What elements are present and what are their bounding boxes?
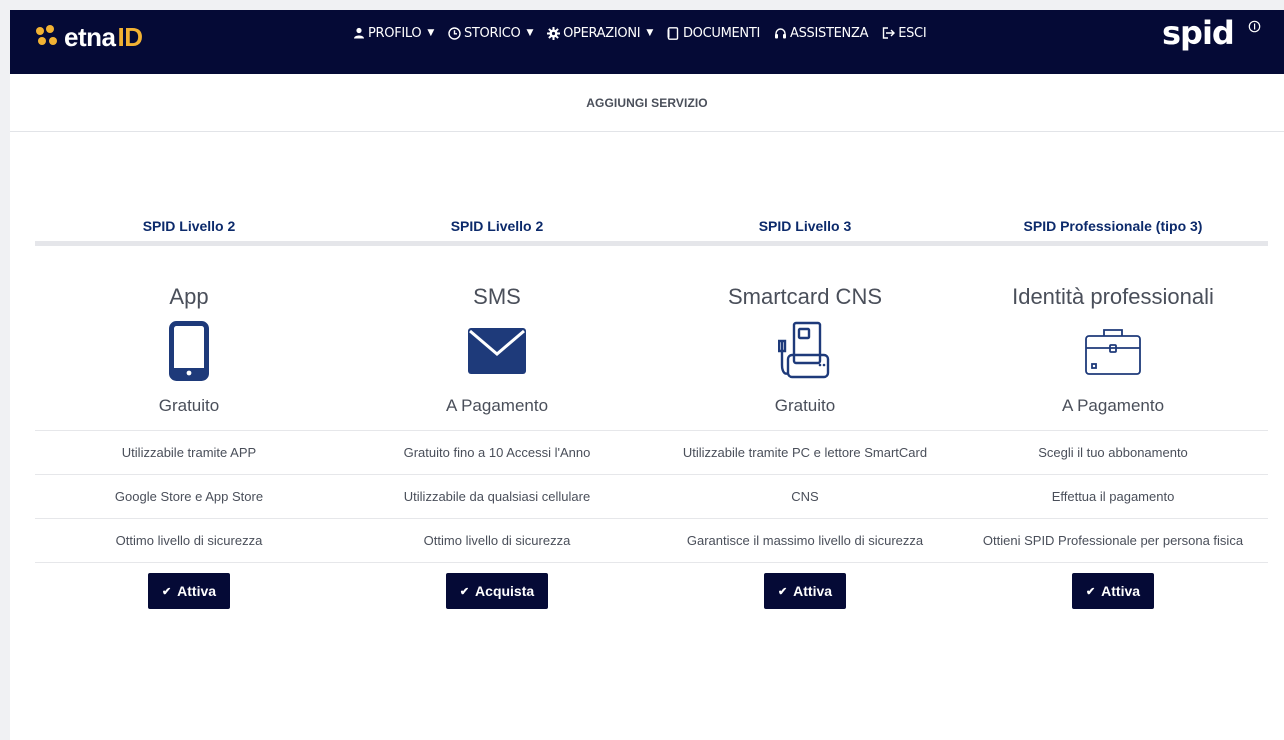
feature-cell: Utilizzabile tramite PC e lettore SmartC… [682,445,928,460]
plan-name: App [169,284,209,309]
clock-icon [448,26,461,40]
etnaid-logo[interactable]: etna ID [36,21,143,52]
feature-cell: Utilizzabile tramite APP [121,445,257,460]
plan-column-sms: SMS A Pagamento [343,246,651,430]
feature-row: Google Store e App Store Utilizzabile da… [35,474,1268,518]
check-icon: ✔ [1085,585,1096,598]
plan-name: Smartcard CNS [727,284,883,309]
button-label: Attiva [1101,583,1141,599]
attiva-app-button[interactable]: ✔ Attiva [147,573,231,609]
nav-esci-label: ESCI [898,25,927,41]
feature-cell: Garantisce il massimo livello di sicurez… [686,533,924,548]
nav-esci[interactable]: ESCI [882,25,927,41]
check-icon: ✔ [459,585,470,598]
caret-down-icon: ▼ [526,28,534,38]
spid-registered-icon [1248,20,1261,36]
feature-cell: Scegli il tuo abbonamento [1038,445,1188,460]
main-nav: PROFILO ▼ STORICO ▼ OPERAZIONI ▼ DOCUMEN… [352,24,927,42]
nav-operazioni-label: OPERAZIONI [563,25,641,41]
button-label: Acquista [475,583,535,599]
feature-row: Utilizzabile tramite APP Gratuito fino a… [35,430,1268,474]
feature-row: Ottimo livello di sicurezza Ottimo livel… [35,518,1268,562]
check-icon: ✔ [777,585,788,598]
logout-icon [882,27,896,40]
plan-name: SMS [473,284,521,309]
action-cell: ✔ Attiva [959,573,1267,609]
nav-assistenza-label: ASSISTENZA [790,25,869,41]
nav-assistenza[interactable]: ASSISTENZA [774,26,868,41]
plan-price: A Pagamento [1061,396,1165,415]
plan-level-header: SPID Livello 2 [450,218,544,234]
action-cell: ✔ Acquista [343,573,651,609]
attiva-professional-button[interactable]: ✔ Attiva [1071,573,1155,609]
feature-cell: Effettua il pagamento [1051,489,1175,504]
acquista-sms-button[interactable]: ✔ Acquista [445,573,549,609]
nav-storico[interactable]: STORICO ▼ [448,26,533,41]
gear-icon [547,26,561,40]
logo-text-etna: etna [64,21,116,52]
plan-column-app: App Gratuito [35,246,343,430]
page: etna ID PROFILO ▼ STORICO ▼ OPERAZIONI ▼… [10,10,1284,740]
nav-documenti-label: DOCUMENTI [682,25,761,41]
logo-text-id: ID [117,21,143,52]
plan-column-smartcard: Smartcard CNS Gratuito [651,246,959,430]
feature-cell: Ottimo livello di sicurezza [115,533,263,548]
plan-price: Gratuito [158,396,220,415]
document-icon [667,26,680,40]
feature-cell: Gratuito fino a 10 Accessi l'Anno [403,445,591,460]
top-navbar: etna ID PROFILO ▼ STORICO ▼ OPERAZIONI ▼… [10,10,1284,74]
page-title: AGGIUNGI SERVIZIO [586,95,708,110]
caret-down-icon: ▼ [427,28,434,38]
plan-price: Gratuito [774,396,836,415]
check-icon: ✔ [161,585,172,598]
action-cell: ✔ Attiva [651,573,959,609]
plan-level-header: SPID Livello 3 [758,218,852,234]
nav-operazioni[interactable]: OPERAZIONI ▼ [547,26,653,41]
feature-cell: CNS [791,489,819,504]
feature-cell: Ottimo livello di sicurezza [423,533,571,548]
plan-name: Identità professionali [1012,284,1214,309]
nav-documenti[interactable]: DOCUMENTI [667,26,760,41]
spid-logo: spid [1162,14,1235,52]
caret-down-icon: ▼ [646,28,653,38]
plan-columns: App Gratuito SMS A Pagamento Smartcard C… [35,246,1268,430]
nav-profilo[interactable]: PROFILO ▼ [352,26,434,41]
feature-cell: Google Store e App Store [114,489,264,504]
action-row: ✔ Attiva ✔ Acquista ✔ Attiva ✔ Attiva [35,562,1268,609]
headset-icon [774,27,787,40]
nav-storico-label: STORICO [463,25,521,41]
plan-price: A Pagamento [445,396,549,415]
plan-column-professional: Identità professionali A Pagamento [959,246,1267,430]
feature-cell: Utilizzabile da qualsiasi cellulare [403,489,591,504]
nav-profilo-label: PROFILO [368,25,422,41]
page-subheader: AGGIUNGI SERVIZIO [10,74,1284,132]
attiva-smartcard-button[interactable]: ✔ Attiva [763,573,847,609]
action-cell: ✔ Attiva [35,573,343,609]
feature-cell: Ottieni SPID Professionale per persona f… [982,533,1244,548]
plans-table: SPID Livello 2 SPID Livello 2 SPID Livel… [35,206,1268,609]
button-label: Attiva [177,583,217,599]
button-label: Attiva [793,583,833,599]
user-icon [352,27,365,40]
plan-level-headers: SPID Livello 2 SPID Livello 2 SPID Livel… [35,206,1268,246]
logo-dots-icon [36,25,60,49]
plan-level-header: SPID Livello 2 [142,218,236,234]
plan-level-header: SPID Professionale (tipo 3) [1023,218,1203,234]
